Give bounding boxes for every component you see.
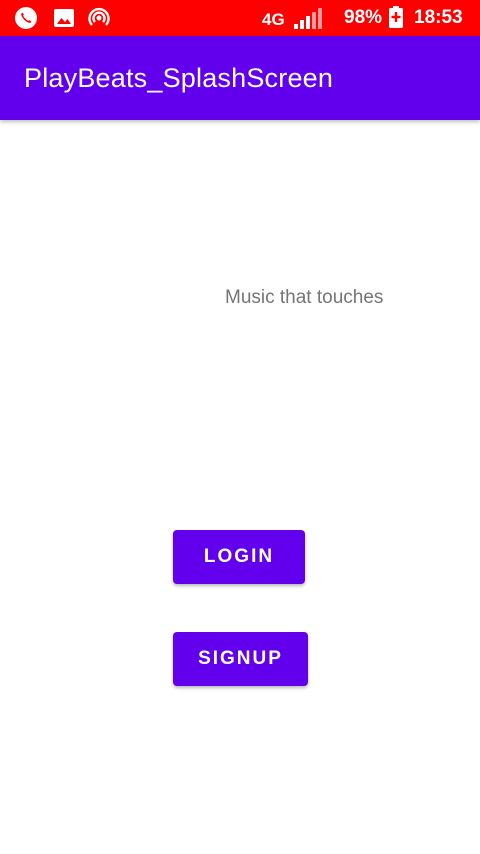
app-title: PlayBeats_SplashScreen (24, 63, 334, 93)
login-button[interactable]: LOGIN (173, 530, 305, 584)
hotspot-icon (87, 6, 111, 30)
battery-charging-icon (388, 5, 412, 29)
network-type: 4G (262, 10, 285, 29)
battery-percent: 98% (344, 7, 383, 28)
whatsapp-icon (14, 6, 38, 30)
clock: 18:53 (414, 7, 463, 28)
signal-icon (293, 7, 322, 31)
tagline: Music that touches (225, 287, 384, 308)
status-bar: 4G 98% 18:53 (0, 0, 480, 36)
signup-button[interactable]: SIGNUP (173, 632, 308, 686)
gallery-icon (52, 6, 76, 30)
app-bar: PlayBeats_SplashScreen (0, 36, 480, 120)
